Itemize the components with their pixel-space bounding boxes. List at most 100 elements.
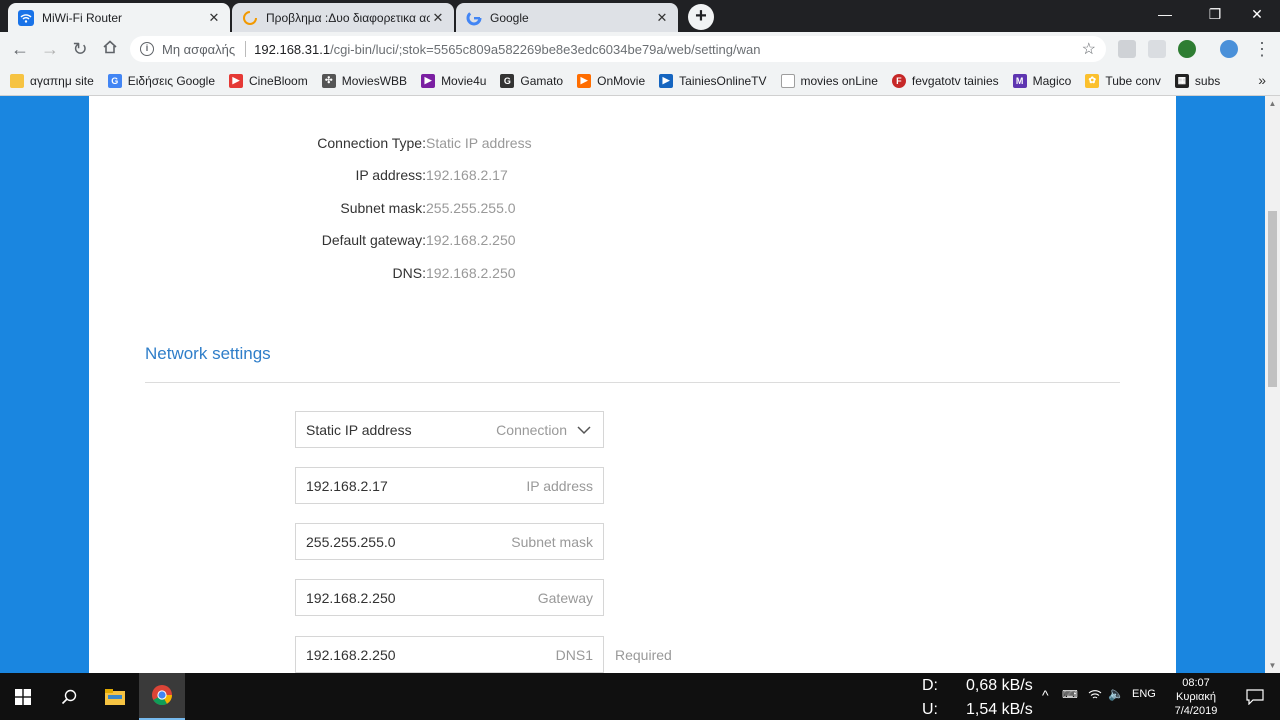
forward-icon[interactable]: → — [38, 37, 62, 61]
extension-icon[interactable] — [1148, 40, 1166, 58]
bookmark-label: movies onLine — [800, 73, 878, 88]
bookmark-item[interactable]: F fevgatotv tainies — [891, 73, 999, 88]
start-button[interactable] — [0, 673, 46, 720]
action-center-button[interactable] — [1232, 673, 1278, 720]
bookmark-label: Gamato — [520, 73, 564, 88]
clock[interactable]: 08:07 Κυριακή 7/4/2019 — [1168, 676, 1224, 718]
loading-icon — [242, 10, 258, 26]
url-host: 192.168.31.1 — [254, 41, 331, 57]
menu-icon[interactable]: ⋮ — [1250, 37, 1274, 61]
chevron-up-icon[interactable]: ^ — [1042, 687, 1049, 703]
clock-time: 08:07 — [1182, 677, 1210, 689]
scroll-down-icon[interactable]: ▼ — [1265, 658, 1280, 673]
subnet-mask-value: 255.255.255.0 — [306, 533, 396, 550]
tubeconv-icon: ✿ — [1085, 73, 1100, 88]
chrome-icon — [152, 685, 173, 706]
window-close-icon[interactable]: ✕ — [1234, 0, 1280, 30]
status-value: 255.255.255.0 — [426, 200, 516, 216]
back-icon[interactable]: ← — [8, 37, 32, 61]
fevgato-icon: F — [891, 73, 906, 88]
bookmark-label: MoviesWBB — [341, 73, 408, 88]
status-label: DNS: — [392, 265, 426, 281]
page-viewport: Connection Type: Static IP address IP ad… — [0, 96, 1280, 673]
browser-toolbar: ← → ↻ i Μη ασφαλής 192.168.31.1 /cgi-bin… — [0, 32, 1280, 66]
dns1-placeholder: DNS1 — [555, 646, 593, 663]
new-tab-button[interactable]: + — [688, 4, 714, 30]
router-settings-page: Connection Type: Static IP address IP ad… — [89, 96, 1176, 673]
bookmark-item[interactable]: G Gamato — [500, 73, 564, 88]
close-tab-icon[interactable]: ✕ — [430, 10, 446, 26]
bookmark-label: fevgatotv tainies — [911, 73, 999, 88]
connection-type-select[interactable]: Static IP address Connection — [295, 411, 604, 448]
bookmark-item[interactable]: G Ειδήσεις Google — [107, 73, 215, 88]
chevron-down-icon — [575, 421, 593, 439]
bookmark-item[interactable]: ✣ MoviesWBB — [321, 73, 408, 88]
dns1-field[interactable]: 192.168.2.250 DNS1 — [295, 636, 604, 673]
bookmark-item[interactable]: movies onLine — [780, 73, 878, 88]
download-extension-icon[interactable] — [1118, 40, 1136, 58]
dns1-required-note: Required — [615, 647, 672, 663]
language-indicator[interactable]: ENG — [1132, 688, 1156, 700]
bookmark-item[interactable]: ▶ TainiesOnlineTV — [659, 73, 767, 88]
status-value: Static IP address — [426, 135, 532, 151]
tab-strip: MiWi-Fi Router ✕ Προβλημα :Δυο διαφορετι… — [0, 0, 1280, 32]
bookmark-item[interactable]: ▶ Movie4u — [421, 73, 486, 88]
clock-date: 7/4/2019 — [1174, 705, 1218, 717]
subnet-mask-placeholder: Subnet mask — [511, 533, 593, 550]
notification-icon — [1246, 688, 1264, 705]
google-icon — [466, 10, 482, 26]
ip-address-field[interactable]: 192.168.2.17 IP address — [295, 467, 604, 504]
tab-problima[interactable]: Προβλημα :Δυο διαφορετικα ασ ✕ — [232, 3, 454, 32]
section-divider — [145, 382, 1120, 383]
bookmark-label: Tube conv — [1105, 73, 1161, 88]
bookmark-item[interactable]: ▦ subs — [1174, 73, 1220, 88]
bookmark-star-icon[interactable]: ☆ — [1082, 39, 1096, 59]
gateway-field[interactable]: 192.168.2.250 Gateway — [295, 579, 604, 616]
subs-icon: ▦ — [1174, 73, 1189, 88]
profile-avatar-icon[interactable] — [1220, 40, 1238, 58]
keyboard-icon[interactable]: ⌨ — [1062, 688, 1078, 701]
file-explorer-button[interactable] — [92, 673, 138, 720]
close-tab-icon[interactable]: ✕ — [206, 10, 222, 26]
tab-google[interactable]: Google ✕ — [456, 3, 678, 32]
restore-icon[interactable]: ❐ — [1192, 0, 1238, 30]
reload-icon[interactable]: ↻ — [68, 37, 92, 61]
bookmark-item[interactable]: M Magico — [1012, 73, 1071, 88]
status-label: IP address: — [355, 167, 426, 183]
status-value: 192.168.2.250 — [426, 232, 516, 248]
minimize-icon[interactable]: — — [1142, 0, 1188, 30]
volume-icon[interactable]: 🔈 — [1108, 686, 1124, 702]
subnet-mask-field[interactable]: 255.255.255.0 Subnet mask — [295, 523, 604, 560]
folder-icon — [10, 73, 24, 88]
home-icon[interactable] — [98, 37, 122, 61]
address-bar[interactable]: i Μη ασφαλής 192.168.31.1 /cgi-bin/luci/… — [130, 36, 1106, 62]
wifi-tray-icon[interactable] — [1088, 688, 1102, 703]
status-value: 192.168.2.250 — [426, 265, 516, 281]
bookmark-item[interactable]: ▶ OnMovie — [577, 73, 645, 88]
info-icon[interactable]: i — [140, 42, 154, 56]
net-down-label: D: — [922, 677, 938, 694]
status-ip-address: IP address: 192.168.2.17 — [89, 167, 619, 183]
tab-title: Google — [490, 10, 529, 25]
bookmark-item[interactable]: ✿ Tube conv — [1085, 73, 1161, 88]
close-tab-icon[interactable]: ✕ — [654, 10, 670, 26]
bookmark-item[interactable]: αγαπημ site — [10, 73, 94, 88]
bookmark-item[interactable]: ▶ CineBloom — [229, 73, 308, 88]
bookmark-label: TainiesOnlineTV — [679, 73, 767, 88]
page-scrollbar[interactable]: ▲ ▼ — [1265, 96, 1280, 673]
net-up-label: U: — [922, 701, 938, 718]
scrollbar-thumb[interactable] — [1268, 211, 1277, 387]
ip-address-value: 192.168.2.17 — [306, 477, 388, 494]
chrome-taskbar-button[interactable] — [139, 673, 185, 720]
movie4u-icon: ▶ — [421, 73, 436, 88]
tab-miwifi[interactable]: MiWi-Fi Router ✕ — [8, 3, 230, 32]
gateway-value: 192.168.2.250 — [306, 589, 396, 606]
url-path: /cgi-bin/luci/;stok=5565c809a582269be8e3… — [330, 41, 761, 57]
scroll-up-icon[interactable]: ▲ — [1265, 96, 1280, 111]
connection-type-placeholder: Connection — [496, 421, 567, 438]
bookmarks-overflow-icon[interactable]: » — [1258, 72, 1266, 88]
search-button[interactable] — [46, 673, 92, 720]
tab-title: MiWi-Fi Router — [42, 10, 122, 25]
recycle-extension-icon[interactable] — [1178, 40, 1196, 58]
bookmark-label: αγαπημ site — [30, 73, 94, 88]
